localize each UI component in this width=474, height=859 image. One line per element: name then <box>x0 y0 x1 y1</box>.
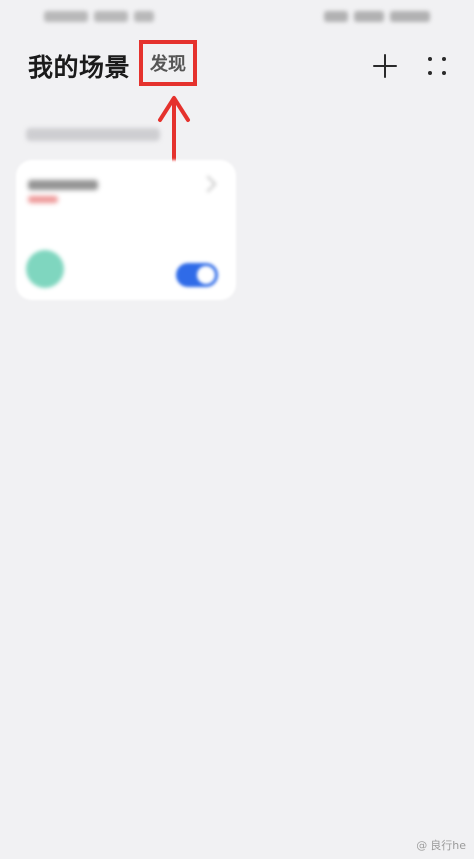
scene-toggle[interactable] <box>176 263 218 287</box>
tab-discover[interactable]: 发现 <box>139 40 197 86</box>
scenes-screen: 我的场景 发现 @ 良行he <box>0 0 474 859</box>
scene-name <box>28 180 98 190</box>
watermark-symbol: @ <box>416 838 428 852</box>
watermark-text: 良行he <box>430 839 466 852</box>
chevron-right-icon <box>199 175 217 193</box>
system-indicators <box>310 8 430 24</box>
scene-card[interactable] <box>16 160 236 300</box>
grid-dots-icon <box>428 57 432 61</box>
grid-dots-icon <box>442 71 446 75</box>
page-title: 我的场景 <box>28 53 131 82</box>
more-menu-button[interactable] <box>424 53 450 79</box>
carrier-info <box>44 8 174 24</box>
scene-tag <box>28 196 58 203</box>
watermark: @ 良行he <box>416 837 466 853</box>
scene-avatar <box>26 250 64 288</box>
status-bar <box>0 0 474 34</box>
section-label <box>26 128 160 141</box>
grid-dots-icon <box>442 57 446 61</box>
add-scene-button[interactable] <box>370 51 400 81</box>
header: 我的场景 发现 <box>0 40 474 96</box>
grid-dots-icon <box>428 71 432 75</box>
